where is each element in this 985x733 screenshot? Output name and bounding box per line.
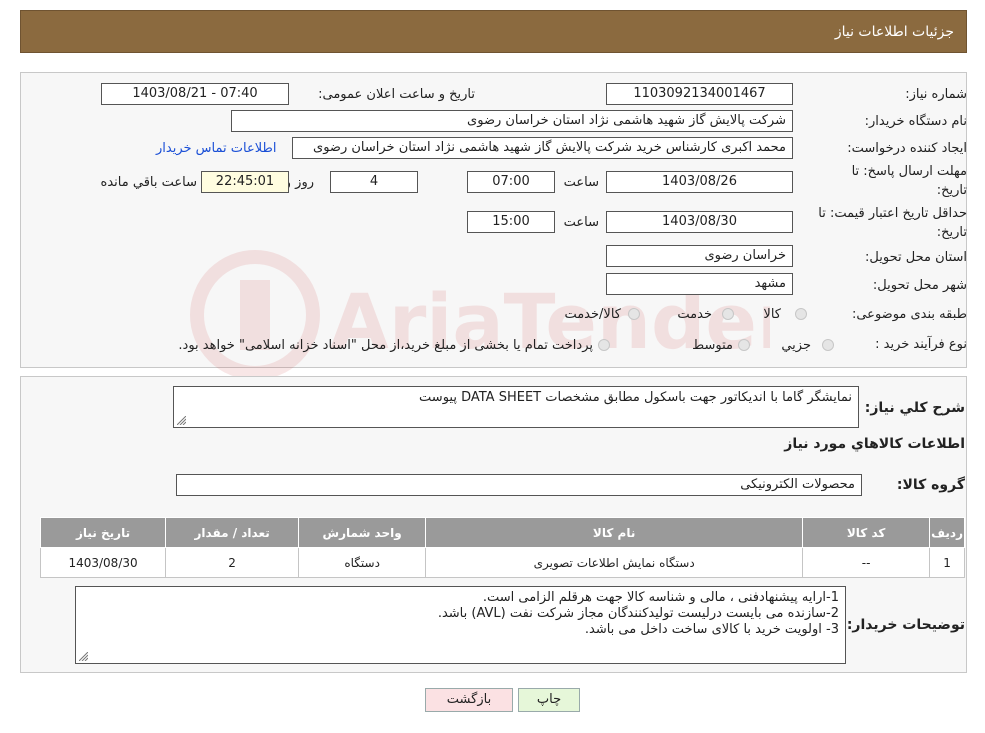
- buyer-notes-label: توضیحات خریدار:: [846, 617, 965, 633]
- validity-time-label: ساعت: [563, 215, 599, 230]
- deadline-time-label: ساعت: [563, 175, 599, 190]
- goods-group-label: گروه کالا:: [896, 477, 965, 493]
- resize-handle-icon[interactable]: [79, 652, 88, 661]
- buyer-note-line-3: 3- اولویت خرید با کالای ساخت داخل می باش…: [584, 622, 839, 637]
- page-title: جزئیات اطلاعات نیاز: [834, 24, 954, 40]
- buyer-field: شرکت پالایش گاز شهید هاشمی نژاد استان خر…: [231, 110, 793, 132]
- remaining-label: ساعت باقي مانده: [100, 175, 197, 190]
- col-need-date: تاریخ نیاز: [39, 517, 167, 548]
- validity-time-field: 15:00: [467, 211, 555, 233]
- days-label: روز و: [284, 175, 314, 190]
- province-label: استان محل تحویل:: [865, 250, 967, 265]
- validity-label-line1: حداقل تاریخ اعتبار قیمت: تا: [818, 206, 967, 221]
- announce-field: 1403/08/21 - 07:40: [101, 83, 289, 105]
- table-row: 1 -- دستگاه نمایش اطلاعات تصویری دستگاه …: [39, 547, 965, 578]
- need-number-field: 1103092134001467: [606, 83, 793, 105]
- col-item-name: نام کالا: [425, 517, 804, 548]
- creator-label: ایجاد کننده درخواست:: [847, 141, 967, 156]
- col-row-number: رديف: [929, 517, 965, 548]
- need-number-label: شماره نیاز:: [905, 87, 967, 102]
- items-section-title: اطلاعات کالاهاي مورد نياز: [784, 436, 965, 452]
- goods-group-field: محصولات الکترونیکی: [176, 474, 862, 496]
- category-option-goods-service: کالا/خدمت: [564, 307, 621, 322]
- col-item-code: کد کالا: [802, 517, 931, 548]
- cell-need-date: 1403/08/30: [39, 547, 167, 578]
- cell-row-number: 1: [929, 547, 965, 578]
- table-header-row: رديف کد کالا نام کالا واحد شمارش تعداد /…: [39, 517, 965, 548]
- category-radio-goods-service[interactable]: [628, 308, 640, 320]
- summary-textarea[interactable]: نمایشگر گاما با اندیکاتور جهت باسکول مطا…: [173, 386, 859, 428]
- page-header: جزئیات اطلاعات نیاز: [20, 10, 967, 53]
- cell-quantity: 2: [165, 547, 300, 578]
- deadline-date-field: 1403/08/26: [606, 171, 793, 193]
- items-table: رديف کد کالا نام کالا واحد شمارش تعداد /…: [39, 517, 965, 578]
- validity-label-line2: تاریخ:: [936, 225, 967, 240]
- process-radio-medium[interactable]: [738, 339, 750, 351]
- process-radio-minor[interactable]: [822, 339, 834, 351]
- province-field: خراسان رضوی: [606, 245, 793, 267]
- deadline-label-line2: تاریخ:: [936, 183, 967, 198]
- back-button[interactable]: بازگشت: [425, 688, 513, 712]
- remaining-time-field: 22:45:01: [201, 171, 289, 193]
- process-radio-treasury[interactable]: [598, 339, 610, 351]
- process-option-medium: متوسط: [692, 338, 733, 353]
- category-radio-goods[interactable]: [795, 308, 807, 320]
- cell-unit: دستگاه: [298, 547, 427, 578]
- category-label: طبقه بندی موضوعی:: [851, 307, 967, 322]
- process-label: نوع فرآیند خرید :: [875, 337, 967, 352]
- category-option-goods: کالا: [763, 307, 781, 322]
- summary-label: شرح کلي نياز:: [864, 400, 965, 416]
- cell-item-code: --: [802, 547, 931, 578]
- city-field: مشهد: [606, 273, 793, 295]
- cell-item-name: دستگاه نمایش اطلاعات تصویری: [425, 547, 804, 578]
- process-option-minor: جزیي: [781, 338, 811, 353]
- buyer-notes-textarea[interactable]: 1-ارایه پیشنهادفنی ، مالی و شناسه کالا ج…: [75, 586, 846, 664]
- summary-text: نمایشگر گاما با اندیکاتور جهت باسکول مطا…: [419, 390, 852, 405]
- category-option-service: خدمت: [677, 307, 712, 322]
- buyer-note-line-1: 1-ارایه پیشنهادفنی ، مالی و شناسه کالا ج…: [482, 590, 839, 605]
- buyer-contact-link[interactable]: اطلاعات تماس خریدار: [156, 141, 276, 156]
- resize-handle-icon[interactable]: [177, 416, 186, 425]
- col-quantity: تعداد / مقدار: [165, 517, 300, 548]
- creator-field: محمد اکبری کارشناس خرید شرکت پالایش گاز …: [292, 137, 793, 159]
- announce-label: تاریخ و ساعت اعلان عمومی:: [318, 87, 475, 102]
- validity-date-field: 1403/08/30: [606, 211, 793, 233]
- deadline-time-field: 07:00: [467, 171, 555, 193]
- process-note: پرداخت تمام یا بخشی از مبلغ خرید،از محل …: [178, 338, 593, 353]
- deadline-label-line1: مهلت ارسال پاسخ: تا: [851, 164, 967, 179]
- city-label: شهر محل تحویل:: [872, 278, 967, 293]
- category-radio-service[interactable]: [722, 308, 734, 320]
- buyer-label: نام دستگاه خریدار:: [864, 114, 967, 129]
- col-unit: واحد شمارش: [298, 517, 427, 548]
- print-button[interactable]: چاپ: [518, 688, 580, 712]
- days-field: 4: [330, 171, 418, 193]
- buyer-note-line-2: 2-سازنده می بایست درلیست تولیدکنندگان مج…: [437, 606, 839, 621]
